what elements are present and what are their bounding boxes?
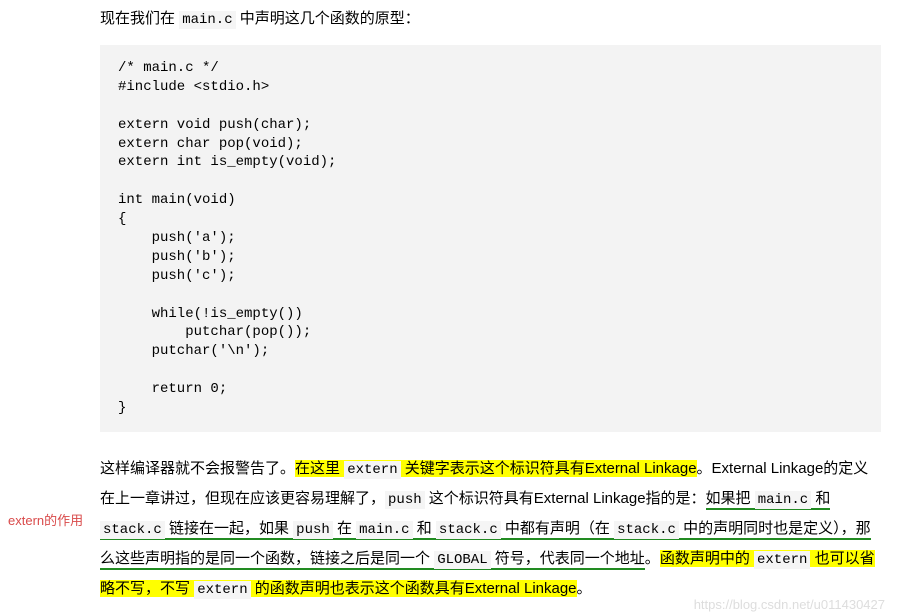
inline-code-extern: extern	[344, 461, 400, 479]
intro-text-before: 现在我们在	[100, 10, 175, 27]
inline-code-mainc: main.c	[755, 491, 811, 509]
para-text: 这个标识符具有External Linkage指的是：	[425, 490, 706, 507]
ul-text: 链接在一起，如果	[169, 520, 289, 537]
inline-code-stackc: stack.c	[614, 521, 679, 539]
hl-text: 在这里	[295, 460, 340, 477]
margin-annotation: extern的作用	[8, 510, 83, 529]
para-text: 。	[645, 550, 660, 567]
inline-code-mainc: main.c	[356, 521, 412, 539]
hl-text: 函数声明中的	[660, 550, 750, 567]
inline-code-extern: extern	[194, 581, 250, 599]
ul-text: 和	[815, 490, 830, 507]
ul-text: 如果把	[706, 490, 751, 507]
inline-code-stackc: stack.c	[436, 521, 501, 539]
ul-text: 在	[337, 520, 352, 537]
hl-text: 关键字表示这个标识符具有External Linkage	[405, 460, 697, 477]
intro-line: 现在我们在 main.c 中声明这几个函数的原型：	[100, 8, 881, 31]
para-text: 这样编译器就不会报警告了。	[100, 460, 295, 477]
code-block: /* main.c */ #include <stdio.h> extern v…	[100, 45, 881, 432]
hl-text: 的函数声明也表示这个函数具有External Linkage	[255, 580, 577, 597]
inline-code-push: push	[385, 491, 425, 509]
inline-code-global: GLOBAL	[434, 551, 490, 569]
ul-text: 和	[417, 520, 432, 537]
ul-text: 符号，代表同一个地址	[495, 550, 645, 567]
inline-code-mainc: main.c	[179, 11, 235, 29]
highlight-extern-meaning: 在这里 extern 关键字表示这个标识符具有External Linkage	[295, 460, 697, 477]
inline-code-stackc: stack.c	[100, 521, 165, 539]
inline-code-extern: extern	[754, 551, 810, 569]
inline-code-push: push	[293, 521, 333, 539]
main-paragraph: 这样编译器就不会报警告了。在这里 extern 关键字表示这个标识符具有Exte…	[100, 454, 881, 604]
ul-text: 中都有声明（在	[505, 520, 610, 537]
intro-text-after: 中声明这几个函数的原型：	[240, 10, 420, 27]
article-content: 现在我们在 main.c 中声明这几个函数的原型： /* main.c */ #…	[0, 0, 899, 614]
para-text: 。	[577, 580, 592, 597]
